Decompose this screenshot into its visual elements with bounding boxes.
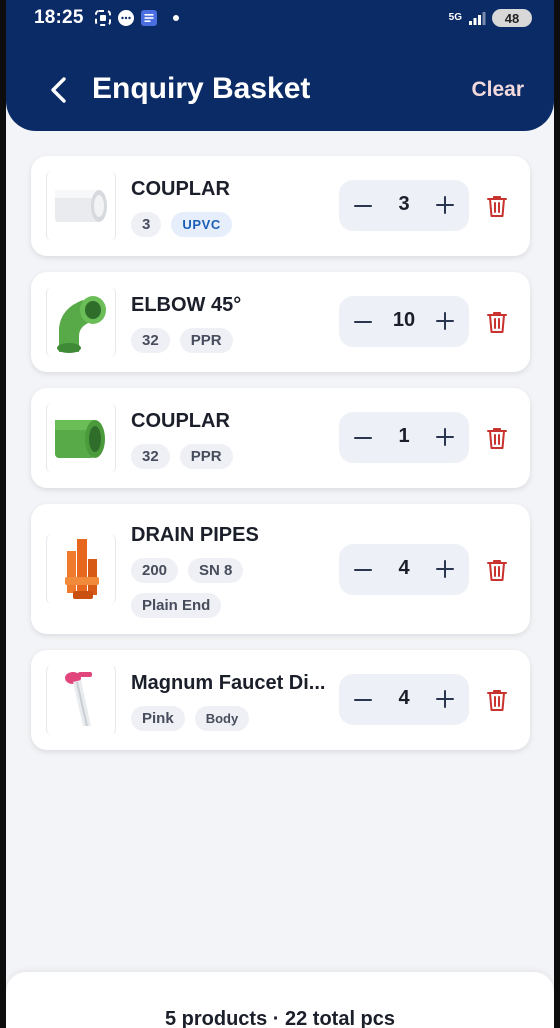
network-type: 5G <box>448 12 462 23</box>
plus-icon[interactable] <box>435 689 455 709</box>
chat-bubble-icon <box>118 10 134 26</box>
page-title: Enquiry Basket <box>92 72 311 105</box>
minus-icon[interactable] <box>353 690 373 710</box>
minus-icon[interactable] <box>353 196 373 216</box>
orange-drain-pipes-image <box>65 539 99 599</box>
minus-icon[interactable] <box>353 312 373 332</box>
plus-icon[interactable] <box>435 195 455 215</box>
basket-summary-bar: 5 products · 22 total pcs <box>6 972 554 1028</box>
product-name: ELBOW 45° <box>131 294 242 316</box>
size-chip: 3 <box>131 212 162 237</box>
delete-icon[interactable] <box>486 688 508 712</box>
app-header: 18:25 5G 48 Enquiry Basket Clear <box>6 0 554 131</box>
product-attributes: Pink Body <box>131 706 331 731</box>
product-name: Magnum Faucet Di... <box>131 672 326 694</box>
quantity-value: 4 <box>398 687 410 709</box>
basket-item-card: COUPLAR 32 PPR 1 <box>31 388 530 488</box>
part-chip: Body <box>194 706 250 731</box>
quantity-stepper: 4 <box>339 544 469 595</box>
basket-item-card: ELBOW 45° 32 PPR 10 <box>31 272 530 372</box>
basket-item-card: COUPLAR 3 UPVC 3 <box>31 156 530 256</box>
basket-summary-text: 5 products · 22 total pcs <box>164 1008 396 1028</box>
minus-icon[interactable] <box>353 560 373 580</box>
green-ppr-elbow-image <box>57 296 106 353</box>
notification-icons <box>94 9 179 27</box>
material-chip: PPR <box>179 328 233 353</box>
stiffness-chip: SN 8 <box>188 558 244 583</box>
minus-icon[interactable] <box>353 428 373 448</box>
plus-icon[interactable] <box>435 311 455 331</box>
delete-icon[interactable] <box>486 194 508 218</box>
green-ppr-coupler-image <box>55 420 105 458</box>
battery-level: 48 <box>504 10 520 26</box>
quantity-stepper: 4 <box>339 674 469 725</box>
size-chip: 32 <box>131 444 170 469</box>
product-attributes: 3 UPVC <box>131 212 331 237</box>
material-chip: PPR <box>179 444 233 469</box>
product-thumbnail[interactable] <box>46 665 116 735</box>
delete-icon[interactable] <box>486 310 508 334</box>
screen: 18:25 5G 48 Enquiry Basket Clear COUPLAR… <box>6 0 554 1028</box>
back-arrow-icon[interactable] <box>46 75 72 105</box>
product-name: DRAIN PIPES <box>131 524 259 546</box>
docs-icon <box>141 10 157 26</box>
system-status: 5G 48 <box>449 9 532 27</box>
size-chip: 32 <box>131 328 170 353</box>
white-upvc-coupler-image <box>55 190 107 222</box>
material-chip: UPVC <box>171 212 232 237</box>
quantity-value: 3 <box>398 193 410 215</box>
delete-icon[interactable] <box>486 558 508 582</box>
product-thumbnail[interactable] <box>46 287 116 357</box>
product-attributes: 32 PPR <box>131 444 331 469</box>
plus-icon[interactable] <box>435 427 455 447</box>
basket-item-card: DRAIN PIPES 200 SN 8 Plain End 4 <box>31 504 530 634</box>
size-chip: 200 <box>131 558 179 583</box>
clear-button[interactable]: Clear <box>471 78 524 102</box>
quantity-stepper: 3 <box>339 180 469 231</box>
plus-icon[interactable] <box>435 559 455 579</box>
product-thumbnail[interactable] <box>46 171 116 241</box>
product-name: COUPLAR <box>131 178 230 200</box>
quantity-value: 1 <box>398 425 410 447</box>
more-notifications-dot <box>173 15 179 21</box>
product-thumbnail[interactable] <box>46 403 116 473</box>
product-name: COUPLAR <box>131 410 230 432</box>
product-thumbnail[interactable] <box>46 534 116 604</box>
screenshot-icon <box>95 10 111 26</box>
status-bar: 18:25 5G 48 <box>6 0 554 38</box>
status-time: 18:25 <box>34 7 84 28</box>
signal-icon <box>469 12 486 25</box>
product-attributes: 32 PPR <box>131 328 331 353</box>
pink-faucet-diverter-image <box>65 672 92 727</box>
product-attributes: 200 SN 8 Plain End <box>131 558 331 618</box>
quantity-value: 4 <box>398 557 410 579</box>
quantity-value: 10 <box>392 309 416 331</box>
basket-item-card: Magnum Faucet Di... Pink Body 4 <box>31 650 530 750</box>
quantity-stepper: 10 <box>339 296 469 347</box>
color-chip: Pink <box>131 706 185 731</box>
delete-icon[interactable] <box>486 426 508 450</box>
quantity-stepper: 1 <box>339 412 469 463</box>
end-type-chip: Plain End <box>131 593 222 618</box>
battery-indicator: 48 <box>492 9 532 27</box>
